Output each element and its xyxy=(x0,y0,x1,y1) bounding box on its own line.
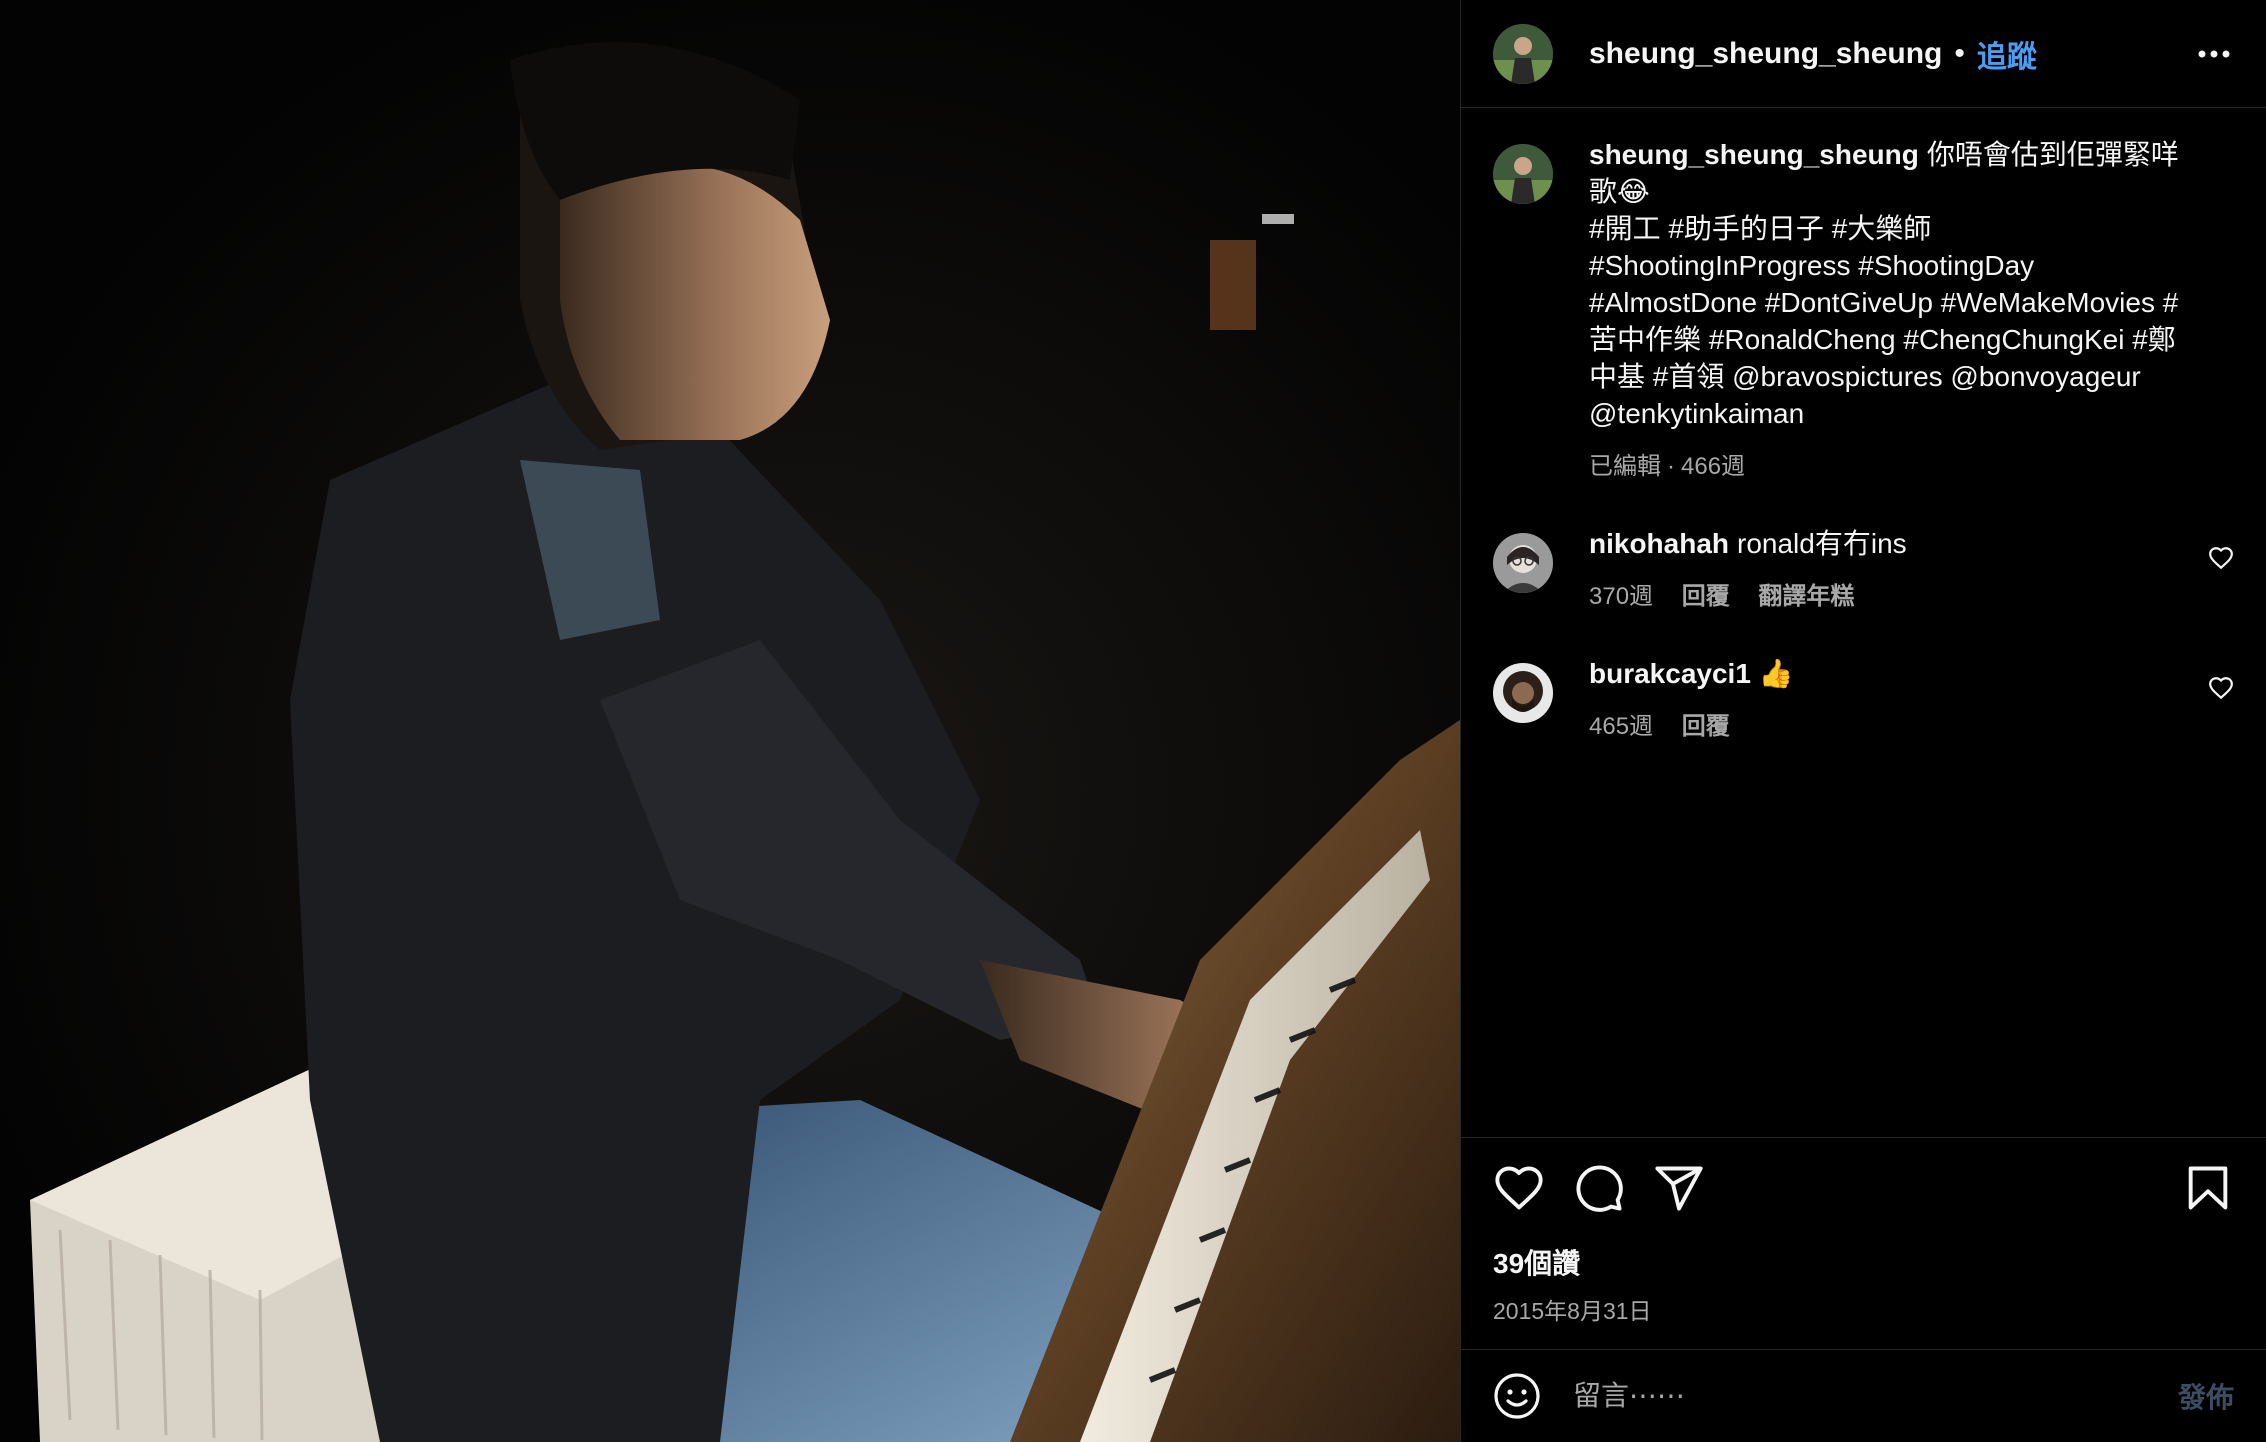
author-username[interactable]: sheung_sheung_sheung xyxy=(1589,37,1942,71)
heart-icon[interactable] xyxy=(1493,1162,1545,1214)
translate-button[interactable]: 翻譯年糕 xyxy=(1758,583,1854,610)
like-count[interactable]: 39個讚 xyxy=(1493,1242,2234,1282)
comment-meta: 465週 回覆 xyxy=(1589,706,2194,741)
comment-body: burakcayci1 👍 465週 回覆 xyxy=(1589,655,2234,741)
comment-item: nikohahah ronald有冇ins 370週 回覆 翻譯年糕 xyxy=(1493,525,2234,611)
caption-text: sheung_sheung_sheung 你唔會估到佢彈緊咩歌😂 #開工 #助手的… xyxy=(1589,136,2194,432)
post-date[interactable]: 2015年8月31日 xyxy=(1493,1292,2234,1326)
caption-avatar-image xyxy=(1493,144,1553,204)
comment-content: 👍 xyxy=(1758,658,1794,689)
comment-content: ronald有冇ins xyxy=(1737,528,1907,559)
caption-avatar[interactable] xyxy=(1493,144,1553,204)
action-icons xyxy=(1493,1162,2234,1214)
commenter-avatar-image xyxy=(1493,533,1553,593)
comment-icon[interactable] xyxy=(1573,1162,1625,1214)
caption-username[interactable]: sheung_sheung_sheung xyxy=(1589,139,1919,170)
post-comment-button[interactable]: 發佈 xyxy=(2178,1376,2234,1416)
paper-plane-icon[interactable] xyxy=(1653,1162,1705,1214)
author-avatar[interactable] xyxy=(1493,23,1553,84)
comment-heart-icon[interactable] xyxy=(2208,545,2234,571)
edited-label: 已編輯 xyxy=(1589,453,1661,480)
comment-username[interactable]: nikohahah xyxy=(1589,528,1729,559)
comments-section[interactable]: sheung_sheung_sheung 你唔會估到佢彈緊咩歌😂 #開工 #助手的… xyxy=(1461,108,2266,1137)
comment-meta: 370週 回覆 翻譯年糕 xyxy=(1589,576,2194,611)
post-caption: sheung_sheung_sheung 你唔會估到佢彈緊咩歌😂 #開工 #助手的… xyxy=(1493,136,2234,481)
comment-input[interactable] xyxy=(1571,1379,2178,1413)
comment-heart-icon[interactable] xyxy=(2208,675,2234,701)
comment-text: nikohahah ronald有冇ins xyxy=(1589,525,2194,562)
follow-button[interactable]: 追蹤 xyxy=(1977,32,2037,76)
meta-separator: · xyxy=(1667,453,1675,480)
caption-meta: 已編輯 · 466週 xyxy=(1589,446,2194,481)
header-separator: • xyxy=(1954,36,1965,70)
comment-composer: 發佈 xyxy=(1461,1349,2266,1442)
emoji-icon[interactable] xyxy=(1493,1372,1541,1420)
reply-button[interactable]: 回覆 xyxy=(1682,713,1730,740)
comment-text: burakcayci1 👍 xyxy=(1589,655,2194,692)
reply-button[interactable]: 回覆 xyxy=(1682,583,1730,610)
commenter-avatar[interactable] xyxy=(1493,663,1553,723)
post-header: sheung_sheung_sheung • 追蹤 xyxy=(1461,0,2266,108)
post-actions: 39個讚 2015年8月31日 xyxy=(1461,1137,2266,1349)
caption-body: sheung_sheung_sheung 你唔會估到佢彈緊咩歌😂 #開工 #助手的… xyxy=(1589,136,2234,481)
comment-item: burakcayci1 👍 465週 回覆 xyxy=(1493,655,2234,741)
more-options-icon[interactable] xyxy=(2194,34,2234,74)
bookmark-icon[interactable] xyxy=(2182,1162,2234,1214)
comment-body: nikohahah ronald有冇ins 370週 回覆 翻譯年糕 xyxy=(1589,525,2234,611)
commenter-avatar[interactable] xyxy=(1493,533,1553,593)
caption-content: 你唔會估到佢彈緊咩歌😂 #開工 #助手的日子 #大樂師 #ShootingInP… xyxy=(1589,139,2179,429)
post-photo[interactable] xyxy=(0,0,1460,1442)
comment-username[interactable]: burakcayci1 xyxy=(1589,658,1751,689)
comment-age[interactable]: 370週 xyxy=(1589,583,1653,610)
author-avatar-image xyxy=(1493,23,1553,84)
post-side-panel: sheung_sheung_sheung • 追蹤 sheung_sheung_… xyxy=(1460,0,2266,1442)
post-dialog: sheung_sheung_sheung • 追蹤 sheung_sheung_… xyxy=(0,0,2266,1442)
photo-man-playing-piano xyxy=(0,0,1460,1442)
comment-age[interactable]: 465週 xyxy=(1589,713,1653,740)
commenter-avatar-image xyxy=(1493,663,1553,723)
caption-age[interactable]: 466週 xyxy=(1681,453,1745,480)
